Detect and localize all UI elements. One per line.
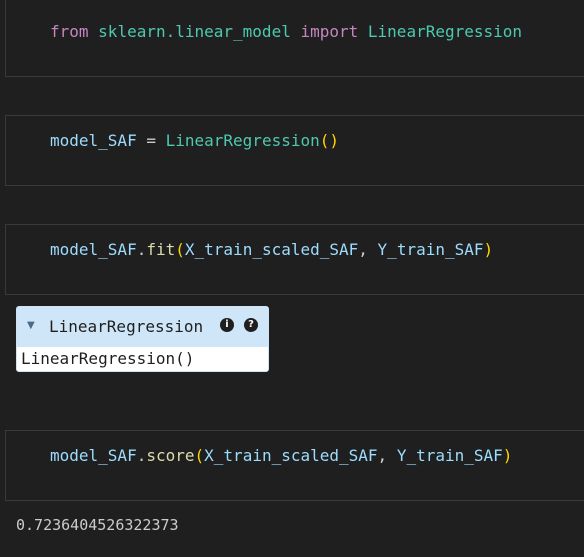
code-token: ) [483,240,494,259]
code-token: , [358,240,378,259]
code-token: X_train_scaled_SAF [184,240,359,259]
estimator-widget[interactable]: ▼ LinearRegression i ? LinearRegression(… [16,306,269,372]
code-token: model_SAF [50,446,137,465]
estimator-widget-header[interactable]: ▼ LinearRegression i ? [17,307,268,347]
code-line-import: from sklearn.linear_model import LinearR… [50,22,522,42]
code-cell-import[interactable]: from sklearn.linear_model import LinearR… [5,0,584,77]
collapse-arrow-icon[interactable]: ▼ [27,320,35,331]
code-token: . [136,240,147,259]
code-token: import [300,22,359,41]
code-token: model_SAF [50,240,137,259]
estimator-repr: LinearRegression() [21,349,195,368]
code-token: Y_train_SAF [396,446,503,465]
code-token: fit [146,240,176,259]
code-token: LinearRegression [165,131,320,150]
help-icon[interactable]: ? [244,318,258,332]
code-token: score [146,446,195,465]
code-token: LinearRegression [367,22,523,41]
code-token: sklearn.linear_model [98,22,291,41]
code-token: ( [194,446,205,465]
code-token: from [50,22,89,41]
code-token: ) [502,446,513,465]
code-line-score: model_SAF.score(X_train_scaled_SAF, Y_tr… [50,446,512,466]
info-icon[interactable]: i [220,318,234,332]
code-token: ( [175,240,185,259]
estimator-title: LinearRegression [49,317,204,336]
code-cell-model-init[interactable]: model_SAF = LinearRegression() [5,115,584,186]
code-token: () [319,131,339,150]
score-output: 0.7236404526322373 [16,516,179,534]
code-line-model-init: model_SAF = LinearRegression() [50,131,339,151]
code-token: model_SAF [50,131,137,150]
code-line-fit: model_SAF.fit(X_train_scaled_SAF, Y_trai… [50,240,493,260]
code-cell-fit[interactable]: model_SAF.fit(X_train_scaled_SAF, Y_trai… [5,224,584,295]
code-token: Y_train_SAF [377,240,484,259]
code-cell-score[interactable]: model_SAF.score(X_train_scaled_SAF, Y_tr… [5,430,584,501]
code-token: X_train_scaled_SAF [204,446,378,465]
code-token: = [136,131,166,150]
code-token: , [377,446,397,465]
code-token: . [136,446,147,465]
